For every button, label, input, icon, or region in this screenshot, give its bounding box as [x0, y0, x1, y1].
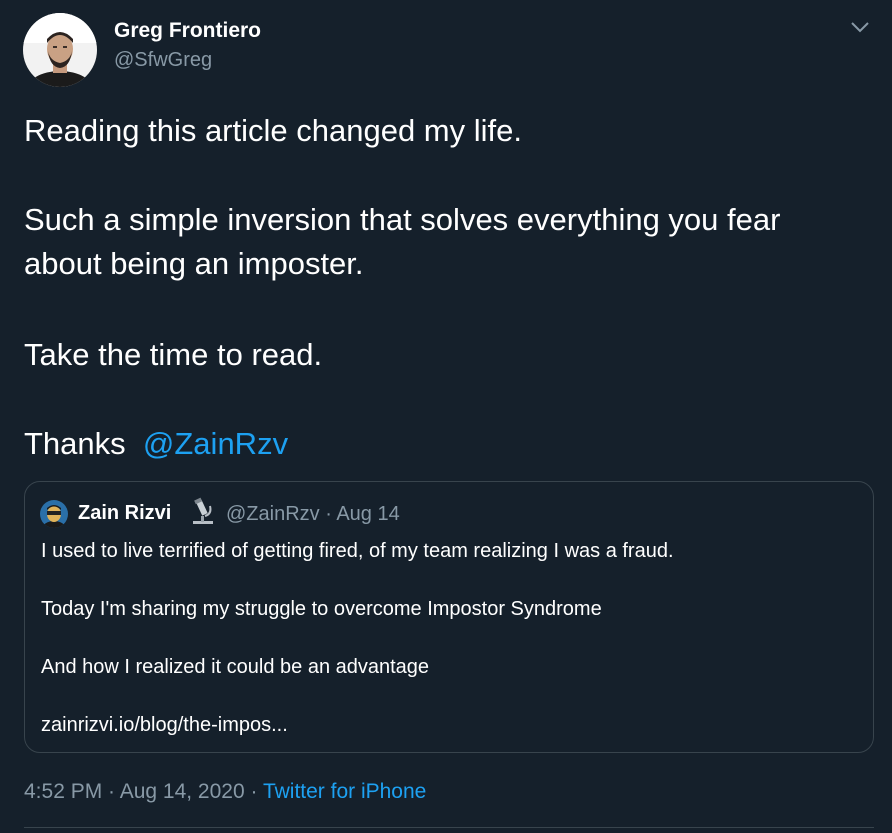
quoted-tweet-meta: @ZainRzv · Aug 14 — [226, 503, 400, 525]
tweet-timestamp[interactable]: 4:52 PM · Aug 14, 2020 · — [24, 780, 263, 803]
mention-link[interactable]: @ZainRzv — [143, 426, 288, 461]
tweet-detail: Greg Frontiero @SfwGreg Reading this art… — [0, 0, 892, 833]
quoted-tweet-link: zainrizvi.io/blog/the-impos... — [41, 714, 288, 736]
tweet-text-line: Take the time to read. — [24, 337, 323, 372]
divider — [24, 827, 874, 828]
microscope-icon — [190, 496, 216, 526]
thanks-text: Thanks — [24, 426, 135, 461]
chevron-down-icon[interactable] — [849, 16, 871, 38]
quoted-author-name: Zain Rizvi — [78, 502, 172, 524]
author-handle[interactable]: @SfwGreg — [114, 49, 212, 72]
author-name[interactable]: Greg Frontiero — [114, 19, 261, 43]
quoted-tweet-card[interactable]: Zain Rizvi @ZainRzv · Aug 14 I used to l… — [24, 481, 874, 753]
quoted-tweet-text-line: And how I realized it could be an advant… — [41, 656, 430, 678]
tweet-timestamp-row: 4:52 PM · Aug 14, 2020 · Twitter for iPh… — [24, 780, 426, 804]
quoted-author-avatar — [40, 500, 68, 528]
tweet-text-line: Thanks @ZainRzv — [24, 426, 288, 462]
tweet-text-line: about being an imposter. — [24, 246, 364, 281]
tweet-source-link[interactable]: Twitter for iPhone — [263, 780, 426, 803]
tweet-text-line: Such a simple inversion that solves ever… — [24, 202, 781, 237]
quoted-tweet-text-line: Today I'm sharing my struggle to overcom… — [41, 598, 602, 620]
quoted-tweet-text-line: I used to live terrified of getting fire… — [41, 540, 674, 562]
tweet-text-line: Reading this article changed my life. — [24, 113, 522, 148]
author-avatar[interactable] — [23, 13, 97, 87]
